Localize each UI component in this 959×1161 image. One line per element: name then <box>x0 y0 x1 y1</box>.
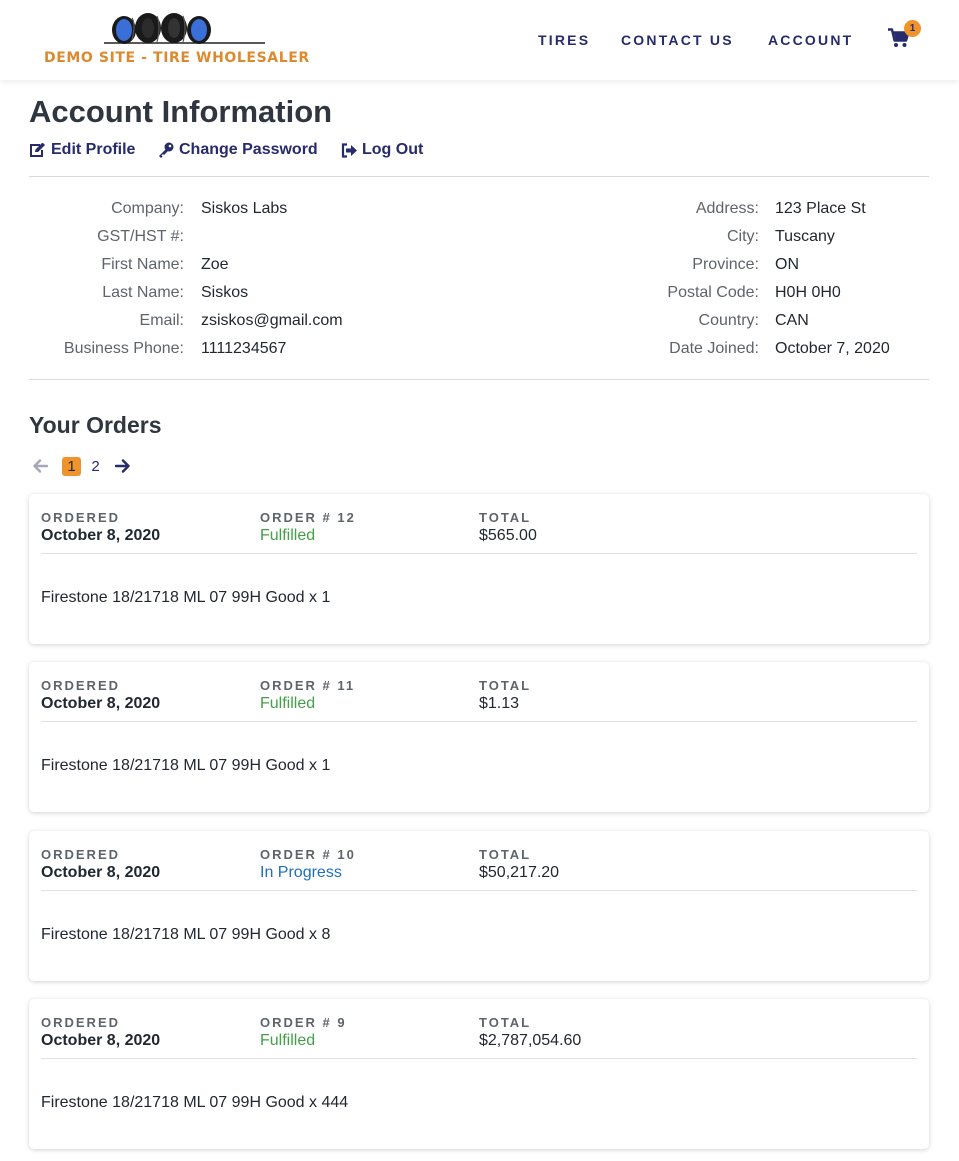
ordered-header: ORDERED <box>41 510 121 525</box>
orders-section-title: Your Orders <box>29 412 162 438</box>
province-label: Province: <box>692 256 759 273</box>
first-name-label: First Name: <box>101 256 184 273</box>
order-date: October 8, 2020 <box>41 1032 161 1049</box>
date-joined-label: Date Joined: <box>669 340 759 357</box>
change-password-label: Change Password <box>179 141 318 158</box>
page-2-button[interactable]: 2 <box>86 457 105 476</box>
order-total: $565.00 <box>479 527 537 544</box>
address-value: 123 Place St <box>775 200 866 217</box>
order-status: Fulfilled <box>260 1032 316 1049</box>
card-divider <box>41 553 917 554</box>
city-label: City: <box>727 228 759 245</box>
edit-profile-link[interactable]: Edit Profile <box>29 141 135 159</box>
tires-logo-icon <box>104 13 265 44</box>
key-icon <box>159 142 174 158</box>
sign-out-icon <box>341 142 357 158</box>
total-header: TOTAL <box>479 678 532 693</box>
arrow-right-icon[interactable] <box>114 459 130 478</box>
total-header: TOTAL <box>479 1015 532 1030</box>
ordered-header: ORDERED <box>41 847 121 862</box>
order-number: ORDER # 11 <box>260 678 356 693</box>
order-card: ORDERED October 8, 2020 ORDER # 12 Fulfi… <box>29 494 929 644</box>
order-item: Firestone 18/21718 ML 07 99H Good x 444 <box>41 1094 349 1111</box>
address-label: Address: <box>695 200 759 217</box>
card-divider <box>41 890 917 891</box>
arrow-left-icon[interactable] <box>33 459 49 478</box>
order-date: October 8, 2020 <box>41 527 161 544</box>
order-total: $2,787,054.60 <box>479 1032 582 1049</box>
email-label: Email: <box>139 312 184 329</box>
site-logo[interactable]: DEMO SITE - TIRE WHOLESALER <box>44 12 316 70</box>
email-value: zsiskos@gmail.com <box>201 312 343 329</box>
order-item: Firestone 18/21718 ML 07 99H Good x 8 <box>41 926 331 943</box>
company-label: Company: <box>111 200 184 217</box>
gst-label: GST/HST #: <box>97 228 184 245</box>
divider <box>29 176 929 177</box>
site-header: DEMO SITE - TIRE WHOLESALER TIRES CONTAC… <box>0 0 959 80</box>
order-card: ORDERED October 8, 2020 ORDER # 9 Fulfil… <box>29 999 929 1149</box>
city-value: Tuscany <box>775 228 835 245</box>
order-card: ORDERED October 8, 2020 ORDER # 11 Fulfi… <box>29 662 929 812</box>
page-title: Account Information <box>29 94 333 129</box>
nav-contact-us[interactable]: CONTACT US <box>621 32 734 48</box>
ordered-header: ORDERED <box>41 1015 121 1030</box>
order-status: In Progress <box>260 864 342 881</box>
total-header: TOTAL <box>479 847 532 862</box>
cart-count-badge: 1 <box>904 20 921 37</box>
first-name-value: Zoe <box>201 256 229 273</box>
order-number: ORDER # 9 <box>260 1015 347 1030</box>
last-name-label: Last Name: <box>102 284 184 301</box>
country-value: CAN <box>775 312 809 329</box>
order-date: October 8, 2020 <box>41 864 161 881</box>
province-value: ON <box>775 256 799 273</box>
business-phone-label: Business Phone: <box>63 340 184 357</box>
order-number: ORDER # 10 <box>260 847 356 862</box>
nav-tires[interactable]: TIRES <box>538 32 590 48</box>
divider <box>29 379 929 380</box>
order-item: Firestone 18/21718 ML 07 99H Good x 1 <box>41 589 331 606</box>
order-total: $50,217.20 <box>479 864 560 881</box>
ordered-header: ORDERED <box>41 678 121 693</box>
total-header: TOTAL <box>479 510 532 525</box>
business-phone-value: 1111234567 <box>201 340 287 357</box>
log-out-link[interactable]: Log Out <box>341 141 423 159</box>
order-total: $1.13 <box>479 695 520 712</box>
order-date: October 8, 2020 <box>41 695 161 712</box>
order-status: Fulfilled <box>260 695 316 712</box>
order-status: Fulfilled <box>260 527 316 544</box>
order-number: ORDER # 12 <box>260 510 356 525</box>
card-divider <box>41 721 917 722</box>
date-joined-value: October 7, 2020 <box>775 340 890 357</box>
order-card: ORDERED October 8, 2020 ORDER # 10 In Pr… <box>29 831 929 981</box>
log-out-label: Log Out <box>362 141 424 158</box>
company-value: Siskos Labs <box>201 200 288 217</box>
edit-profile-label: Edit Profile <box>51 141 136 158</box>
change-password-link[interactable]: Change Password <box>158 141 318 159</box>
site-name: DEMO SITE - TIRE WHOLESALER <box>44 50 310 66</box>
last-name-value: Siskos <box>201 284 249 301</box>
order-item: Firestone 18/21718 ML 07 99H Good x 1 <box>41 757 331 774</box>
page-1-button[interactable]: 1 <box>62 457 81 476</box>
edit-icon <box>30 142 45 157</box>
postal-code-value: H0H 0H0 <box>775 284 841 301</box>
card-divider <box>41 1058 917 1059</box>
postal-code-label: Postal Code: <box>667 284 759 301</box>
nav-account[interactable]: ACCOUNT <box>768 32 853 48</box>
country-label: Country: <box>698 312 759 329</box>
